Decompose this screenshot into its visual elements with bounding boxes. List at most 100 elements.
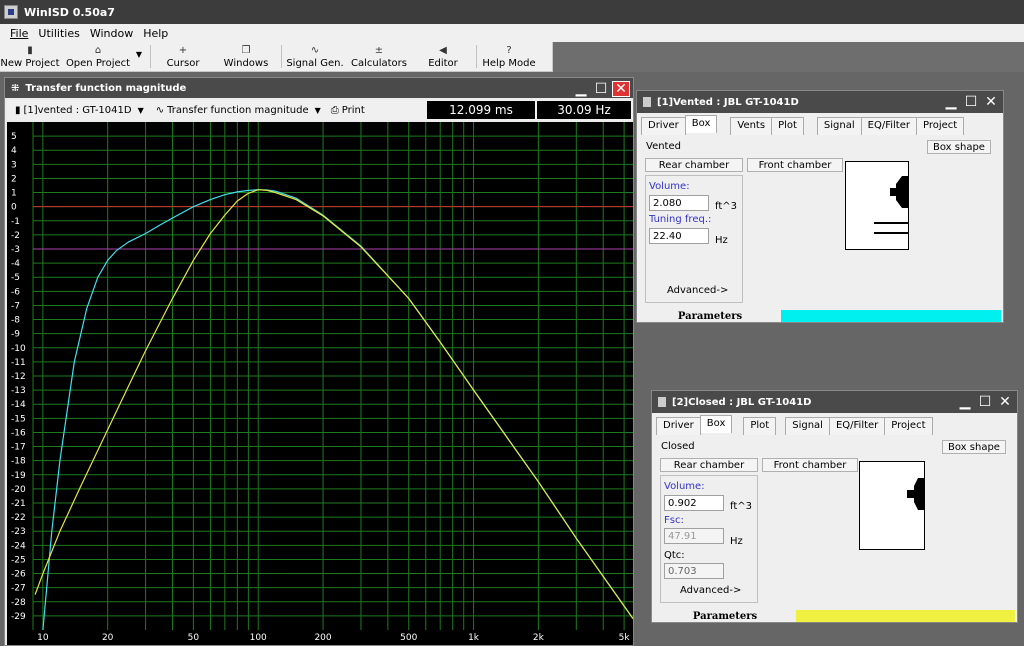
- project-select[interactable]: ▮ [1]vented : GT-1041D ▼: [15, 105, 144, 116]
- time-readout: 12.099 ms: [427, 101, 535, 119]
- open-project-label: Open Project: [65, 58, 131, 69]
- close-button[interactable]: ✕: [996, 394, 1014, 410]
- tab-plot[interactable]: Plot: [771, 117, 804, 135]
- box-shape-button[interactable]: Box shape: [927, 140, 991, 154]
- frequency-readout: 30.09 Hz: [537, 101, 631, 119]
- menu-window[interactable]: Window: [90, 27, 133, 40]
- x-tick-label: 2k: [533, 633, 545, 643]
- close-button[interactable]: ✕: [612, 81, 630, 97]
- y-tick-label: -28: [11, 598, 26, 608]
- y-tick-label: 5: [11, 132, 17, 142]
- box-shape-button[interactable]: Box shape: [942, 440, 1006, 454]
- qtc-label: Qtc:: [664, 550, 685, 561]
- tab-signal[interactable]: Signal: [816, 117, 862, 135]
- tuning-field[interactable]: 22.40: [649, 228, 709, 244]
- box-diagram: [859, 461, 925, 550]
- y-tick-label: 4: [11, 146, 17, 156]
- tab-vents[interactable]: Vents: [730, 117, 773, 135]
- y-tick-label: -20: [11, 485, 26, 495]
- box-type-select[interactable]: Closed: [658, 439, 938, 453]
- x-tick-label: 100: [250, 633, 267, 643]
- y-tick-label: -25: [11, 555, 26, 565]
- x-tick-label: 50: [188, 633, 200, 643]
- y-tick-label: -12: [11, 372, 26, 382]
- minimize-button[interactable]: ▁: [942, 94, 960, 110]
- tab-eq-filter[interactable]: EQ/Filter: [860, 117, 917, 135]
- y-tick-label: -14: [11, 400, 26, 410]
- windows-icon: ❐: [241, 45, 251, 56]
- y-tick-label: -4: [11, 259, 20, 269]
- cursor-label: Cursor: [166, 58, 200, 69]
- speaker-icon: [874, 176, 909, 234]
- volume-field[interactable]: 2.080: [649, 195, 709, 211]
- new-project-button[interactable]: ▮ New Project: [0, 42, 60, 71]
- tab-signal[interactable]: Signal: [785, 417, 830, 435]
- sine-wave-icon: ∿: [310, 45, 320, 56]
- plot-type-select[interactable]: ∿ Transfer function magnitude ▼: [156, 105, 321, 116]
- minimize-button[interactable]: ▁: [956, 394, 974, 410]
- box-type-select[interactable]: Vented: [643, 139, 923, 153]
- tuning-label: Tuning freq.:: [649, 214, 712, 225]
- cursor-button[interactable]: + Cursor: [153, 42, 213, 71]
- status-color-swatch: [781, 310, 1001, 322]
- plot-area[interactable]: 5 4 3 2 1 0 -1 -2 -3 -4 -5 -6 -7 -8 -9 -10 -11 -12 -13 -14-…: [7, 122, 634, 645]
- signal-gen-label: Signal Gen.: [286, 58, 344, 69]
- minimize-button[interactable]: ▁: [572, 81, 590, 97]
- editor-button[interactable]: ◀ Editor: [412, 42, 474, 71]
- tab-driver[interactable]: Driver: [656, 417, 701, 435]
- tab-box[interactable]: Box: [699, 415, 733, 433]
- tab-eq-filter[interactable]: EQ/Filter: [828, 417, 886, 435]
- transfer-window-titlebar[interactable]: ⁜ Transfer function magnitude ▁ ☐ ✕: [5, 78, 633, 98]
- rear-chamber-tab[interactable]: Rear chamber: [645, 158, 743, 172]
- open-project-button[interactable]: ⌂ Open Project ▼: [60, 42, 142, 71]
- windows-button[interactable]: ❐ Windows: [213, 42, 279, 71]
- maximize-button[interactable]: ☐: [592, 81, 610, 97]
- y-tick-label: -21: [11, 499, 26, 509]
- tab-driver[interactable]: Driver: [641, 117, 686, 135]
- tab-box[interactable]: Box: [684, 115, 718, 133]
- plot-type-value: Transfer function magnitude: [167, 104, 309, 116]
- signal-gen-button[interactable]: ∿ Signal Gen.: [284, 42, 346, 71]
- y-tick-label: -10: [11, 344, 26, 354]
- vented-tabs: Driver Box Vents Plot Signal EQ/Filter P…: [641, 115, 965, 135]
- advanced-button[interactable]: Advanced->: [680, 585, 741, 596]
- volume-unit: ft^3: [730, 501, 753, 512]
- front-chamber-tab[interactable]: Front chamber: [747, 158, 843, 172]
- project-select-value: [1]vented : GT-1041D: [23, 104, 132, 116]
- toolbar-divider: [281, 45, 282, 68]
- closed-window-titlebar[interactable]: [2]Closed : JBL GT-1041D ▁ ☐ ✕: [652, 391, 1017, 413]
- printer-icon: ⎙: [330, 104, 339, 116]
- rear-chamber-tab[interactable]: Rear chamber: [660, 458, 758, 472]
- tab-plot[interactable]: Plot: [743, 417, 777, 435]
- maximize-button[interactable]: ☐: [962, 94, 980, 110]
- menu-utilities[interactable]: Utilities: [38, 27, 79, 40]
- maximize-button[interactable]: ☐: [976, 394, 994, 410]
- transfer-function-chart[interactable]: 543210-1-2-3-4-5-6-7-8-9-10-11-12-13-14-…: [7, 122, 634, 645]
- closed-tabs: Driver Box Plot Signal EQ/Filter Project: [656, 415, 933, 435]
- print-label: Print: [341, 104, 365, 116]
- chevron-down-icon[interactable]: ▼: [136, 50, 142, 59]
- tab-project[interactable]: Project: [915, 117, 965, 135]
- calculators-button[interactable]: ± Calculators: [346, 42, 412, 71]
- print-button[interactable]: ⎙ Print: [331, 105, 365, 116]
- y-tick-label: -19: [11, 471, 26, 481]
- open-folder-icon: ⌂: [94, 45, 102, 56]
- fsc-unit: Hz: [730, 536, 743, 547]
- app-icon: [4, 5, 18, 19]
- vented-window-titlebar[interactable]: [1]Vented : JBL GT-1041D ▁ ☐ ✕: [637, 91, 1003, 113]
- close-button[interactable]: ✕: [982, 94, 1000, 110]
- help-mode-button[interactable]: ? Help Mode: [479, 42, 539, 71]
- menu-help[interactable]: Help: [143, 27, 168, 40]
- fsc-field: 47.91: [664, 528, 724, 544]
- volume-field[interactable]: 0.902: [664, 495, 724, 511]
- front-chamber-tab[interactable]: Front chamber: [762, 458, 858, 472]
- vented-status-bar: Parameters: [639, 310, 1001, 322]
- sine-wave-icon: ∿: [155, 104, 165, 116]
- fsc-label: Fsc:: [664, 515, 684, 526]
- menu-file[interactable]: File: [10, 27, 28, 40]
- menu-bar: File Utilities Window Help: [0, 24, 1024, 42]
- advanced-button[interactable]: Advanced->: [667, 285, 728, 296]
- main-toolbar: ▮ New Project ⌂ Open Project ▼ + Cursor …: [0, 42, 553, 72]
- tab-project[interactable]: Project: [884, 417, 933, 435]
- y-tick-label: -6: [11, 287, 20, 297]
